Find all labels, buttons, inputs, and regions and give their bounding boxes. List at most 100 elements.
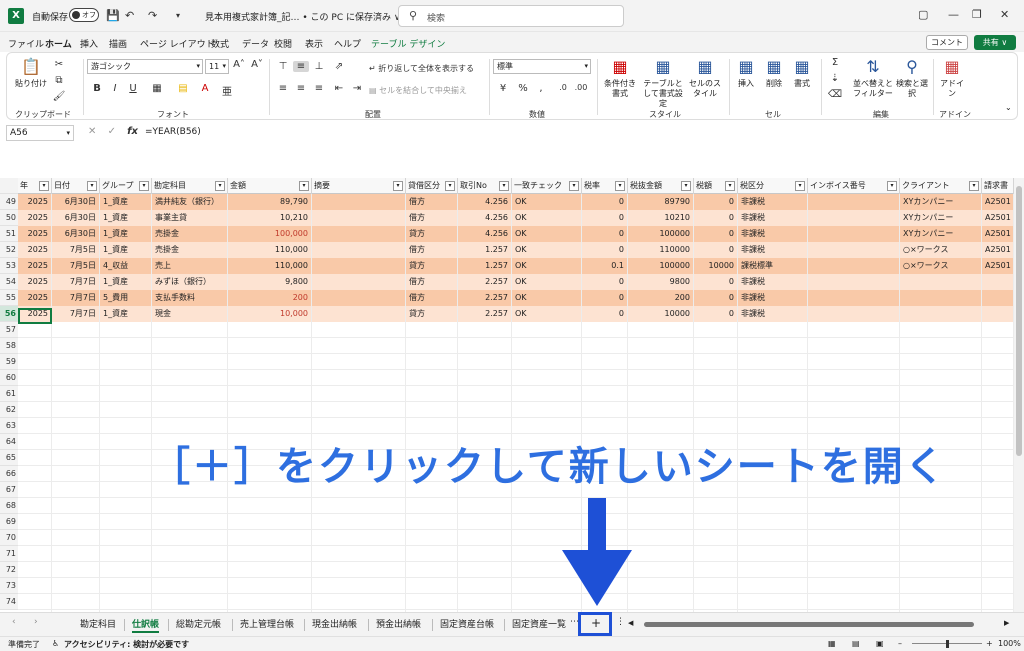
table-cell[interactable] xyxy=(808,210,900,226)
table-cell[interactable]: 1_資産 xyxy=(100,194,152,210)
table-cell[interactable]: 110,000 xyxy=(228,242,312,258)
align-right-icon[interactable]: ≡ xyxy=(311,83,327,94)
table-cell[interactable] xyxy=(312,274,406,290)
table-row[interactable]: 2025 6月30日 1_資産 満井純友（銀行） 89,790 借方 4.256 OK 0 897… xyxy=(18,194,1014,210)
vertical-scrollbar[interactable] xyxy=(1014,178,1024,612)
table-cell[interactable]: 0 xyxy=(694,194,738,210)
table-cell[interactable] xyxy=(312,306,406,322)
maximize-icon[interactable]: ❐ xyxy=(972,8,982,21)
table-cell[interactable]: 0 xyxy=(694,306,738,322)
table-cell[interactable] xyxy=(312,242,406,258)
table-cell[interactable]: 7月5日 xyxy=(52,258,100,274)
font-shrink-icon[interactable]: A˅ xyxy=(249,59,265,70)
select-all-corner[interactable] xyxy=(0,178,18,194)
sort-filter-button[interactable]: ⇅ 並べ替えとフィルター xyxy=(853,57,893,99)
table-cell[interactable]: みずほ（銀行） xyxy=(152,274,228,290)
table-cell[interactable]: 2025 xyxy=(18,210,52,226)
sheet-tab[interactable]: 預金出納帳 xyxy=(376,617,421,630)
table-cell[interactable]: 非課税 xyxy=(738,290,808,306)
currency-icon[interactable]: ¥ xyxy=(495,83,511,94)
indent-increase-icon[interactable]: ⇥ xyxy=(349,83,365,94)
table-cell[interactable]: 0 xyxy=(694,210,738,226)
selected-cell[interactable] xyxy=(18,308,52,324)
empty-row[interactable] xyxy=(18,322,1014,338)
empty-row[interactable] xyxy=(18,594,1014,610)
table-cell[interactable]: A2501 xyxy=(982,226,1014,242)
cancel-icon[interactable]: ✕ xyxy=(88,126,96,137)
table-cell[interactable]: 2025 xyxy=(18,290,52,306)
table-cell[interactable]: 1_資産 xyxy=(100,242,152,258)
column-header[interactable]: 一致チェック ▾ xyxy=(512,178,582,194)
empty-row[interactable] xyxy=(18,354,1014,370)
clear-icon[interactable]: ⌫ xyxy=(827,89,843,100)
table-cell[interactable]: 貸方 xyxy=(406,306,458,322)
zoom-out-icon[interactable]: – xyxy=(898,639,902,648)
column-header[interactable]: 貸借区分 ▾ xyxy=(406,178,458,194)
filter-dropdown-icon[interactable]: ▾ xyxy=(445,181,455,191)
table-cell[interactable]: 5_費用 xyxy=(100,290,152,306)
table-cell[interactable]: 9,800 xyxy=(228,274,312,290)
column-header[interactable]: インボイス番号 ▾ xyxy=(808,178,900,194)
row-number[interactable]: 59 xyxy=(0,354,18,370)
table-row[interactable]: 2025 7月7日 1_資産 みずほ（銀行） 9,800 借方 2.257 OK 0 9800 0 非… xyxy=(18,274,1014,290)
customize-qat-icon[interactable]: ▾ xyxy=(176,11,180,20)
table-cell[interactable]: ○×ワークス xyxy=(900,258,982,274)
fill-color-icon[interactable]: ▤ xyxy=(175,83,191,94)
table-cell[interactable]: 2025 xyxy=(18,274,52,290)
table-cell[interactable]: 0 xyxy=(694,290,738,306)
table-cell[interactable]: A2501 xyxy=(982,210,1014,226)
row-number[interactable]: 58 xyxy=(0,338,18,354)
column-header[interactable]: 税率 ▾ xyxy=(582,178,628,194)
table-cell[interactable]: 2.257 xyxy=(458,306,512,322)
more-options-icon[interactable]: ⋮ xyxy=(616,617,625,627)
table-cell[interactable]: 2025 xyxy=(18,258,52,274)
table-cell[interactable] xyxy=(900,290,982,306)
decrease-decimal-icon[interactable]: .00 xyxy=(573,83,589,92)
filter-dropdown-icon[interactable]: ▾ xyxy=(299,181,309,191)
table-cell[interactable]: 事業主貸 xyxy=(152,210,228,226)
table-cell[interactable]: 非課税 xyxy=(738,194,808,210)
spreadsheet-grid[interactable]: 年 ▾ 日付 ▾ グループ ▾ 勘定科目 ▾ 金額 ▾ 摘要 ▾ 貸借区分 ▾ 取引No ▾ 一致チェック ▾ 税率… xyxy=(0,178,1014,612)
table-cell[interactable]: OK xyxy=(512,226,582,242)
table-cell[interactable]: 100,000 xyxy=(228,226,312,242)
accessibility-icon[interactable]: ♿ xyxy=(52,639,59,648)
table-cell[interactable]: 借方 xyxy=(406,242,458,258)
column-header[interactable]: 日付 ▾ xyxy=(52,178,100,194)
row-number[interactable]: 63 xyxy=(0,418,18,434)
table-cell[interactable]: 0 xyxy=(694,242,738,258)
filter-dropdown-icon[interactable]: ▾ xyxy=(795,181,805,191)
fill-icon[interactable]: ⇣ xyxy=(827,73,843,84)
horizontal-scrollbar[interactable] xyxy=(638,620,1010,628)
column-header[interactable]: グループ ▾ xyxy=(100,178,152,194)
table-cell[interactable]: 非課税 xyxy=(738,306,808,322)
empty-row[interactable] xyxy=(18,530,1014,546)
table-cell[interactable] xyxy=(808,274,900,290)
align-middle-icon[interactable]: ≡ xyxy=(293,61,309,72)
scroll-tabs-left-icon[interactable]: ‹ xyxy=(12,617,16,627)
table-cell[interactable] xyxy=(312,210,406,226)
column-header[interactable]: 勘定科目 ▾ xyxy=(152,178,228,194)
page-break-view-icon[interactable]: ▣ xyxy=(876,639,884,648)
sheet-tab[interactable]: 固定資産一覧 xyxy=(512,617,566,630)
row-number[interactable]: 50 xyxy=(0,210,18,226)
table-cell[interactable]: 89790 xyxy=(628,194,694,210)
table-cell[interactable] xyxy=(312,194,406,210)
column-header[interactable]: 年 ▾ xyxy=(18,178,52,194)
table-row[interactable]: 2025 6月30日 1_資産 事業主貸 10,210 借方 4.256 OK 0 10210 0 非… xyxy=(18,210,1014,226)
table-cell[interactable]: 1_資産 xyxy=(100,274,152,290)
table-cell[interactable]: OK xyxy=(512,194,582,210)
table-cell[interactable]: 売掛金 xyxy=(152,226,228,242)
row-number[interactable]: 69 xyxy=(0,514,18,530)
table-cell[interactable]: 非課税 xyxy=(738,274,808,290)
table-cell[interactable] xyxy=(808,258,900,274)
table-cell[interactable]: A2501 xyxy=(982,258,1014,274)
filter-dropdown-icon[interactable]: ▾ xyxy=(393,181,403,191)
table-cell[interactable]: 借方 xyxy=(406,194,458,210)
tab-table-design[interactable]: テーブル デザイン xyxy=(371,37,445,50)
table-cell[interactable]: ○×ワークス xyxy=(900,242,982,258)
border-icon[interactable]: ▦ xyxy=(149,83,165,94)
table-cell[interactable] xyxy=(808,242,900,258)
filter-dropdown-icon[interactable]: ▾ xyxy=(139,181,149,191)
number-format-select[interactable]: 標準 ▾ xyxy=(493,59,591,74)
row-number[interactable]: 51 xyxy=(0,226,18,242)
